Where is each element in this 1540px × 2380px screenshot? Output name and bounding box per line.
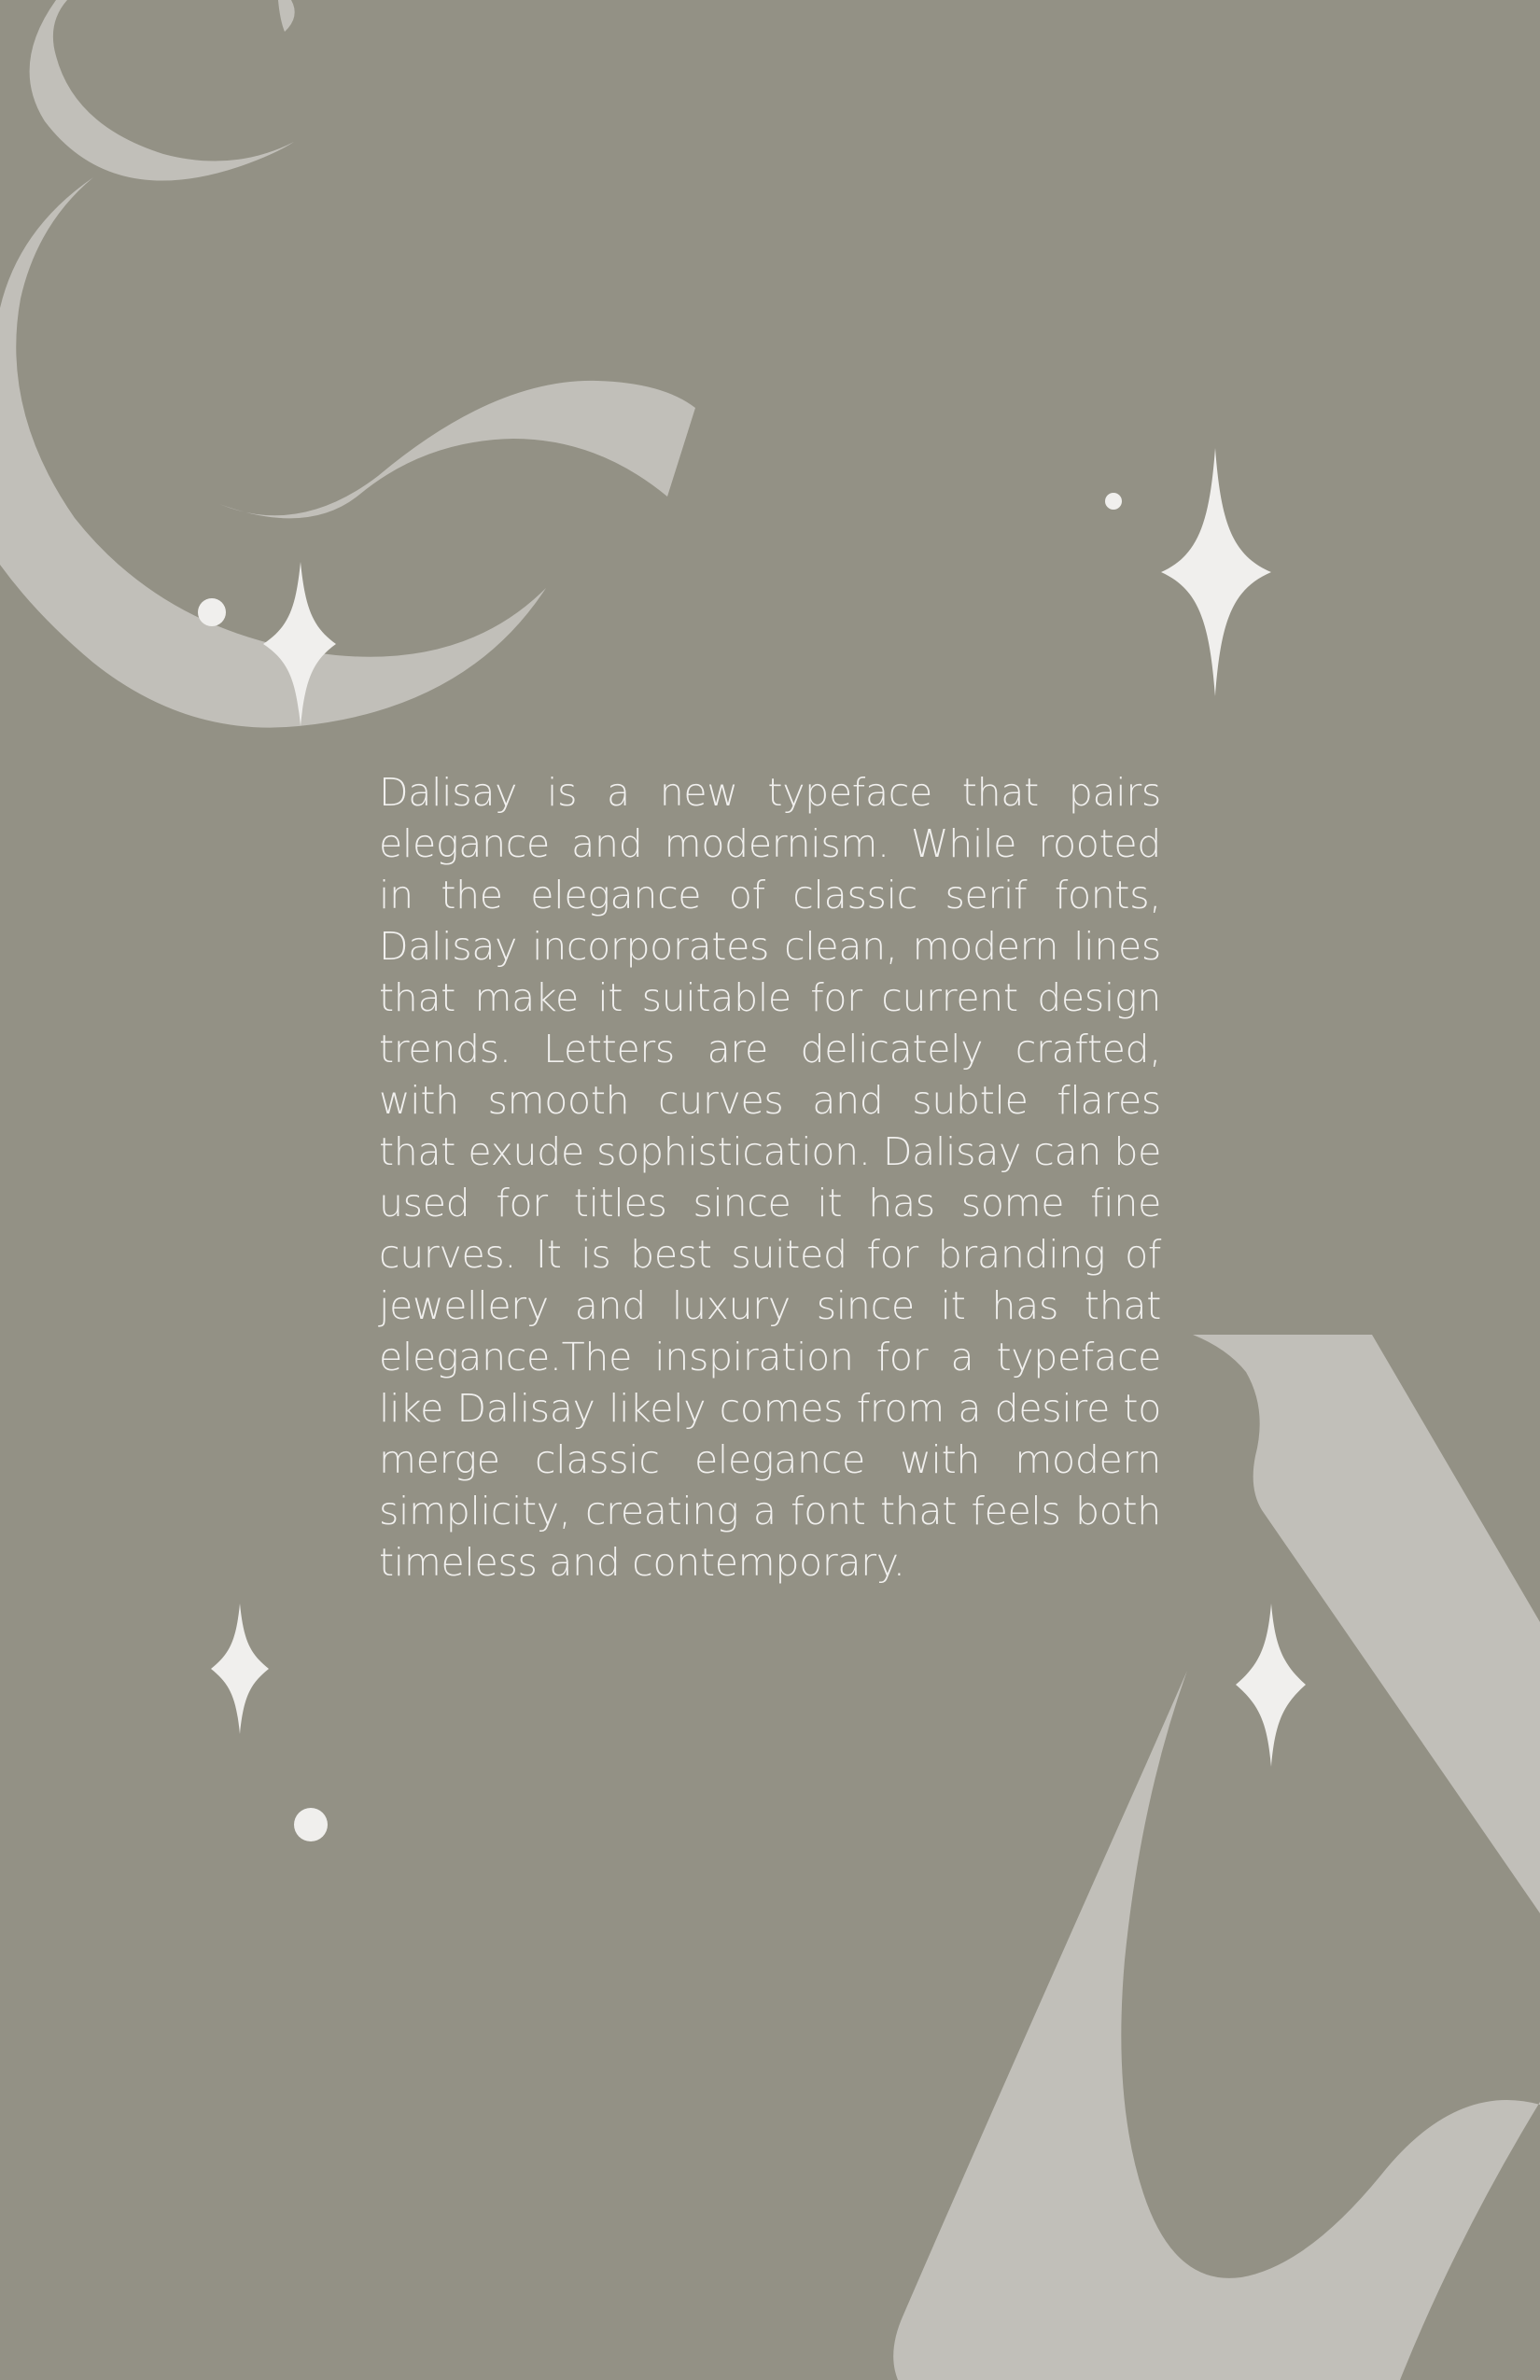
ampersand-upper-loop	[29, 0, 294, 181]
letter-a-left-stroke	[893, 1671, 1540, 2380]
sparkle-icon	[1236, 1603, 1306, 1767]
dot-icon	[294, 1808, 328, 1841]
sparkle-icon	[211, 1603, 269, 1734]
ampersand-top-curl	[278, 0, 295, 32]
sparkle-icon	[1161, 448, 1271, 696]
letter-a-right-stroke	[1193, 1335, 1540, 1913]
dot-icon	[1105, 493, 1122, 510]
body-paragraph: Dalisay is a new typeface that pairs ele…	[379, 770, 1161, 1585]
ampersand-tail	[219, 380, 695, 519]
ampersand-fragment-shape	[0, 0, 695, 728]
page: Dalisay is a new typeface that pairs ele…	[0, 0, 1540, 2380]
dot-icon	[198, 598, 226, 626]
